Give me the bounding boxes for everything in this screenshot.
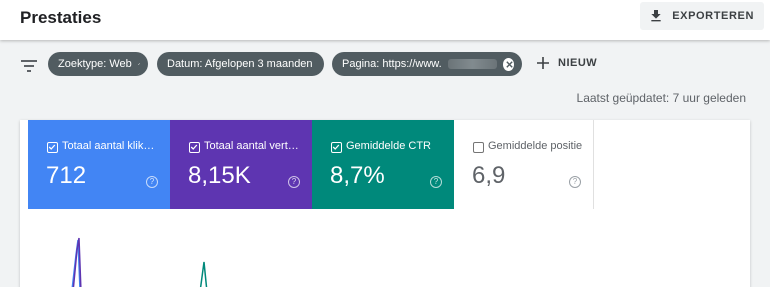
- metric-value: 6,9: [472, 162, 506, 189]
- new-filter-label: NIEUW: [558, 57, 598, 69]
- download-icon: [651, 10, 661, 22]
- top-bar: Prestaties EXPORTEREN: [0, 0, 770, 40]
- metric-tile-impressions[interactable]: Totaal aantal vert… 8,15K ?: [170, 120, 312, 209]
- metric-label: Gemiddelde CTR: [346, 140, 431, 152]
- filter-bar: Zoektype: Web Datum: Afgelopen 3 maanden…: [0, 40, 770, 120]
- page-title: Prestaties: [20, 8, 102, 27]
- help-icon[interactable]: ?: [569, 176, 581, 188]
- metric-value: 712: [46, 162, 87, 189]
- checkbox-checked-icon[interactable]: [331, 142, 342, 153]
- performance-chart: [71, 237, 208, 287]
- ctr-line: [199, 261, 208, 287]
- checkbox-checked-icon[interactable]: [47, 142, 58, 153]
- export-label: EXPORTEREN: [672, 10, 754, 22]
- impressions-line: [72, 237, 82, 287]
- metric-label: Totaal aantal klik…: [62, 140, 155, 152]
- help-icon[interactable]: ?: [430, 176, 442, 188]
- help-icon[interactable]: ?: [146, 176, 158, 188]
- performance-card: Totaal aantal klik… 712 ? Totaal aantal …: [20, 120, 750, 287]
- metric-tiles: Totaal aantal klik… 712 ? Totaal aantal …: [28, 120, 594, 209]
- pencil-icon[interactable]: [138, 58, 140, 70]
- filter-chip-date[interactable]: Datum: Afgelopen 3 maanden: [157, 52, 324, 76]
- checkbox-checked-icon[interactable]: [189, 142, 200, 153]
- new-filter-button[interactable]: NIEUW: [536, 56, 597, 70]
- checkbox-unchecked-icon[interactable]: [473, 142, 484, 153]
- export-button[interactable]: EXPORTEREN: [640, 2, 764, 30]
- chip-label: Datum: Afgelopen 3 maanden: [167, 58, 313, 70]
- filter-chip-page[interactable]: Pagina: https://www.: [332, 52, 522, 76]
- filter-chip-search-type[interactable]: Zoektype: Web: [48, 52, 148, 76]
- chip-label: Zoektype: Web: [58, 58, 132, 70]
- metric-label: Gemiddelde positie: [488, 140, 583, 152]
- filter-icon[interactable]: [20, 59, 38, 73]
- metric-tile-ctr[interactable]: Gemiddelde CTR 8,7% ?: [312, 120, 454, 209]
- metric-value: 8,7%: [330, 162, 385, 189]
- metric-tile-clicks[interactable]: Totaal aantal klik… 712 ?: [28, 120, 170, 209]
- plus-icon: [537, 57, 549, 69]
- metric-tile-position[interactable]: Gemiddelde positie 6,9 ?: [454, 120, 594, 209]
- help-icon[interactable]: ?: [288, 176, 300, 188]
- redacted-url: [447, 59, 498, 69]
- last-updated-text: Laatst geüpdatet: 7 uur geleden: [576, 91, 746, 105]
- close-icon[interactable]: [503, 57, 514, 71]
- metric-value: 8,15K: [188, 162, 251, 189]
- metric-label: Totaal aantal vert…: [204, 140, 299, 152]
- chip-label: Pagina: https://www.: [342, 58, 442, 70]
